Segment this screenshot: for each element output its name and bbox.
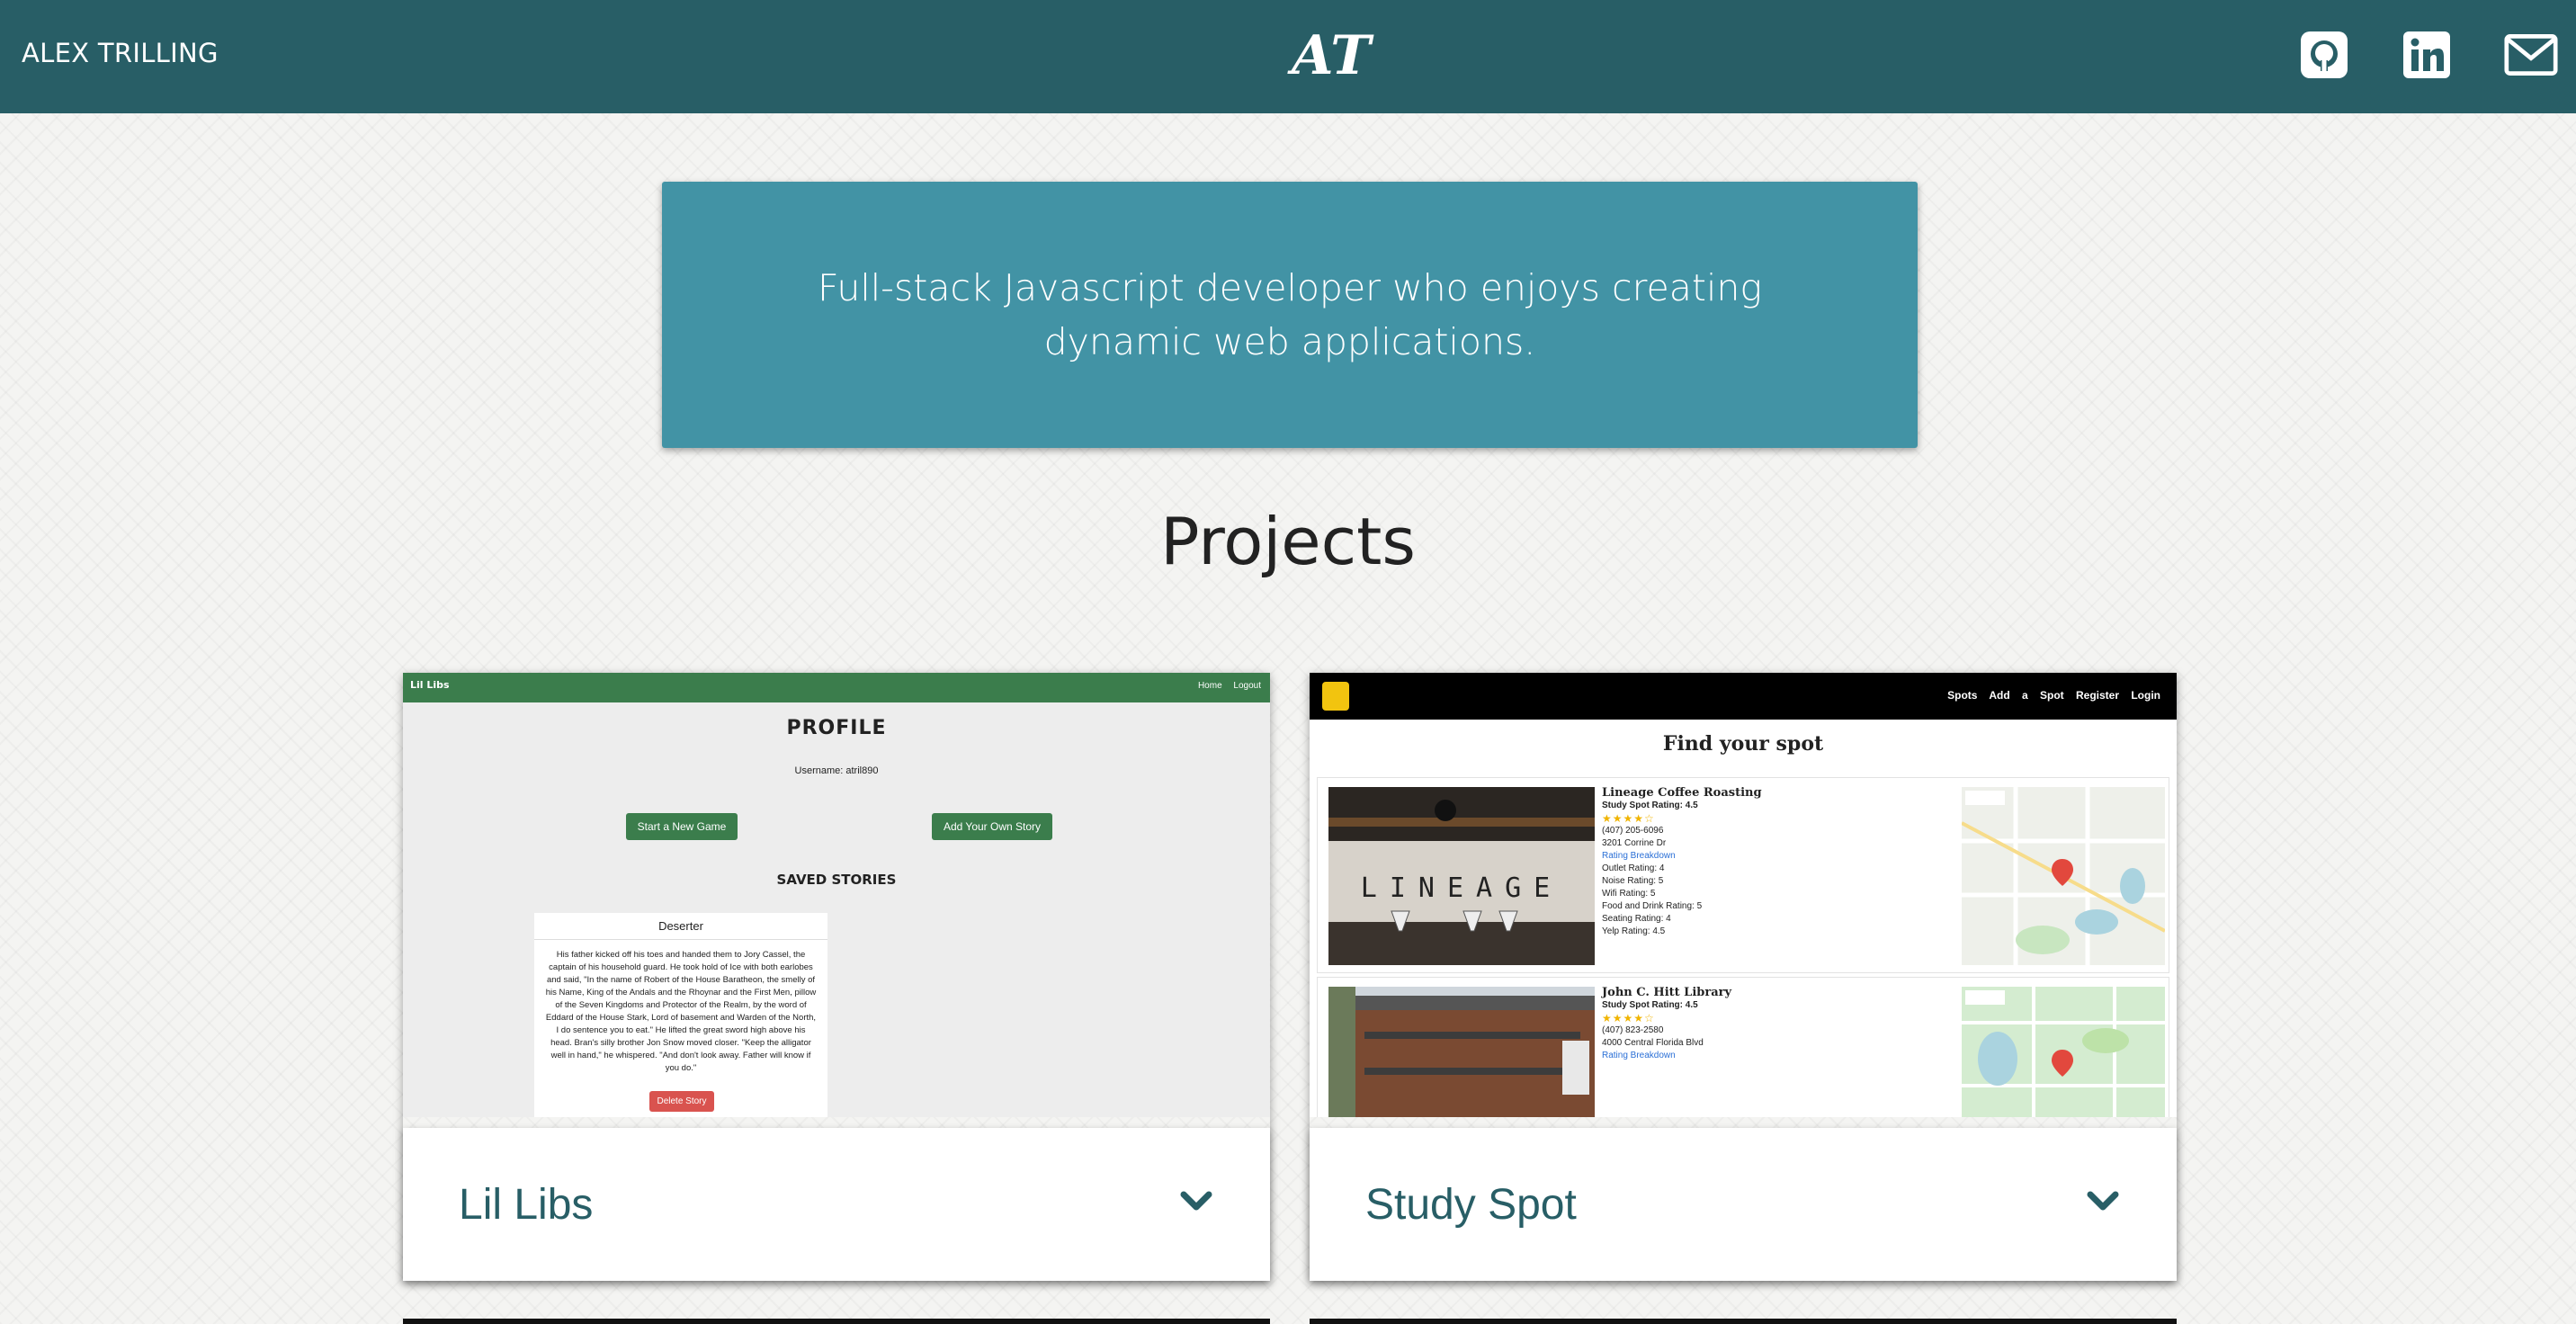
spot-info: Lineage Coffee Roasting Study Spot Ratin… <box>1602 787 1944 938</box>
spot-breakdown-link: Rating Breakdown <box>1602 1051 1676 1060</box>
hero-banner: Full-stack Javascript developer who enjo… <box>662 182 1918 448</box>
project-screenshot-study-spot[interactable]: Spots Add a Spot Register Login Find you… <box>1310 673 2177 1117</box>
project-name: Study Spot <box>1365 1181 1577 1229</box>
spot-breakdown-link: Rating Breakdown <box>1602 851 1676 861</box>
spot-address: 3201 Corrine Dr <box>1602 838 1667 848</box>
chevron-down-icon[interactable] <box>2085 1184 2121 1220</box>
screenshot-saved-heading: SAVED STORIES <box>776 872 897 888</box>
screenshot-delete-button: Delete Story <box>649 1091 714 1112</box>
spot-detail: Noise Rating: 5 <box>1602 876 1664 886</box>
hero-text: Full-stack Javascript developer who enjo… <box>818 266 1762 363</box>
spot-photo: LINEAGE <box>1328 787 1595 965</box>
spot-name: Lineage Coffee Roasting <box>1602 786 1762 800</box>
spot-detail: Food and Drink Rating: 5 <box>1602 901 1703 911</box>
next-card-edge <box>403 1319 1270 1324</box>
top-navbar: ALEX TRILLING AT <box>0 0 2576 113</box>
project-screenshot-lil-libs[interactable]: Lil Libs Home Logout PROFILE Username: a… <box>403 673 1270 1117</box>
svg-text:LINEAGE: LINEAGE <box>1361 872 1562 904</box>
story-title: Deserter <box>534 913 827 940</box>
project-name: Lil Libs <box>459 1181 594 1229</box>
screenshot-heading: PROFILE <box>786 717 887 739</box>
book-icon <box>1322 682 1349 711</box>
star-rating-icon: ★★★★☆ <box>1602 812 1655 825</box>
star-rating-icon: ★★★★☆ <box>1602 1012 1655 1024</box>
screenshot-username: Username: atril890 <box>794 765 879 776</box>
screenshot-story-card: Deserter His father kicked off his toes … <box>534 913 827 1117</box>
spot-info: John C. Hitt Library Study Spot Rating: … <box>1602 987 1944 1062</box>
project-card-study-spot[interactable]: Spots Add a Spot Register Login Find you… <box>1310 673 2177 1281</box>
screenshot-navbar: Spots Add a Spot Register Login <box>1310 673 2177 720</box>
spot-detail: Seating Rating: 4 <box>1602 914 1671 924</box>
project-caption-study-spot[interactable]: Study Spot <box>1310 1128 2177 1281</box>
spot-photo <box>1328 987 1595 1117</box>
spot-name: John C. Hitt Library <box>1602 986 1732 999</box>
github-icon[interactable] <box>2297 28 2351 82</box>
spot-row: John C. Hitt Library Study Spot Rating: … <box>1317 977 2169 1117</box>
screenshot-nav-links: Spots Add a Spot Register Login <box>1947 689 2160 702</box>
spot-rating: Study Spot Rating: 4.5 <box>1602 801 1698 810</box>
projects-heading: Projects <box>1160 504 1416 579</box>
spot-phone: (407) 205-6096 <box>1602 826 1664 836</box>
screenshot-heading: Find your spot <box>1662 732 1824 756</box>
screenshot-body: PROFILE Username: atril890 Start a New G… <box>403 702 1270 1117</box>
screenshot-brand: Lil Libs <box>410 679 450 691</box>
spot-address: 4000 Central Florida Blvd <box>1602 1038 1704 1048</box>
spot-map <box>1962 787 2165 965</box>
spot-rating: Study Spot Rating: 4.5 <box>1602 1000 1698 1010</box>
chevron-down-icon[interactable] <box>1178 1184 1214 1220</box>
story-text: His father kicked off his toes and hande… <box>545 950 817 1073</box>
screenshot-body: Find your spot LINEAGE Lineage Coffee Ro… <box>1310 720 2177 1117</box>
screenshot-navbar: Lil Libs Home Logout <box>403 673 1270 702</box>
project-caption-lil-libs[interactable]: Lil Libs <box>403 1128 1270 1281</box>
screenshot-nav-links: Home Logout <box>1197 681 1261 691</box>
spot-detail: Wifi Rating: 5 <box>1602 889 1656 899</box>
spot-phone: (407) 823-2580 <box>1602 1025 1664 1035</box>
linkedin-icon[interactable] <box>2400 28 2454 82</box>
spot-row: LINEAGE Lineage Coffee Roasting Study Sp… <box>1317 777 2169 973</box>
spot-detail: Outlet Rating: 4 <box>1602 863 1665 873</box>
next-card-edge <box>1310 1319 2177 1324</box>
screenshot-start-game-button: Start a New Game <box>626 813 738 840</box>
project-card-lil-libs[interactable]: Lil Libs Home Logout PROFILE Username: a… <box>403 673 1270 1281</box>
mail-icon[interactable] <box>2504 28 2558 82</box>
site-brand[interactable]: ALEX TRILLING <box>22 38 219 68</box>
spot-map <box>1962 987 2165 1117</box>
spot-detail: Yelp Rating: 4.5 <box>1602 926 1666 936</box>
site-logo[interactable]: AT <box>1286 20 1376 92</box>
screenshot-add-story-button: Add Your Own Story <box>932 813 1052 840</box>
